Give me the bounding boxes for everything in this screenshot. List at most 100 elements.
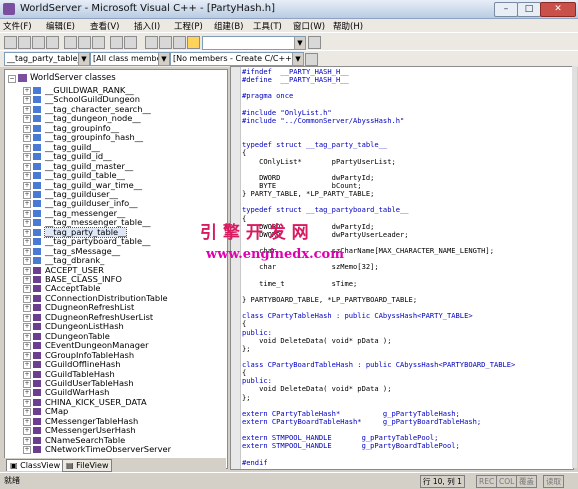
expand-icon[interactable]: + bbox=[23, 257, 31, 266]
expand-icon[interactable]: + bbox=[23, 323, 31, 332]
tab-classview[interactable]: ▣ ClassView bbox=[6, 459, 65, 471]
expand-icon[interactable]: + bbox=[23, 172, 31, 181]
close-button[interactable]: ✕ bbox=[540, 2, 576, 17]
expand-icon[interactable]: + bbox=[23, 427, 31, 436]
expand-icon[interactable]: + bbox=[23, 124, 31, 133]
struct-icon bbox=[33, 153, 41, 161]
expand-icon[interactable]: + bbox=[23, 398, 31, 407]
expand-icon[interactable]: + bbox=[23, 361, 31, 370]
paste-icon[interactable] bbox=[92, 36, 105, 49]
expand-icon[interactable]: + bbox=[23, 219, 31, 228]
expand-icon[interactable]: + bbox=[23, 96, 31, 105]
expand-icon[interactable]: + bbox=[23, 87, 31, 95]
struct-icon bbox=[33, 105, 41, 113]
class-combo[interactable]: __tag_party_table__ ▼ bbox=[4, 52, 90, 66]
struct-icon bbox=[33, 87, 41, 94]
expand-icon[interactable]: + bbox=[23, 294, 31, 303]
code-editor[interactable]: #ifndef __PARTY_HASH_H__ #define __PARTY_… bbox=[230, 66, 574, 470]
output-icon[interactable] bbox=[159, 36, 172, 49]
expand-icon[interactable]: + bbox=[23, 446, 31, 455]
tree-root[interactable]: − WorldServer classes bbox=[8, 73, 116, 83]
menu-tools[interactable]: 工具(T) bbox=[253, 20, 282, 32]
tree-item-label: CDungeonListHash bbox=[45, 321, 124, 332]
cut-icon[interactable] bbox=[64, 36, 77, 49]
open-file-icon[interactable] bbox=[18, 36, 31, 49]
expand-icon[interactable]: + bbox=[23, 162, 31, 171]
status-col: COL bbox=[496, 475, 518, 488]
expand-icon[interactable]: + bbox=[23, 228, 31, 237]
find-icon[interactable] bbox=[308, 36, 321, 49]
expand-icon[interactable]: + bbox=[23, 304, 31, 313]
expand-icon[interactable]: + bbox=[23, 408, 31, 417]
copy-icon[interactable] bbox=[78, 36, 91, 49]
expand-icon[interactable]: + bbox=[23, 379, 31, 388]
tab-classview-label: ClassView bbox=[20, 461, 61, 470]
save-icon[interactable] bbox=[32, 36, 45, 49]
undo-icon[interactable] bbox=[110, 36, 123, 49]
members-combo[interactable]: [All class members] ▼ bbox=[90, 52, 170, 66]
expand-icon[interactable]: + bbox=[23, 115, 31, 124]
class-view-panel: − WorldServer classes + __GUILDWAR_RANK__ +… bbox=[4, 69, 228, 469]
expand-icon[interactable]: + bbox=[23, 266, 31, 275]
redo-icon[interactable] bbox=[124, 36, 137, 49]
expand-icon[interactable]: + bbox=[23, 417, 31, 426]
chevron-down-icon[interactable]: ▼ bbox=[158, 53, 169, 65]
expand-icon[interactable]: + bbox=[23, 247, 31, 256]
expand-icon[interactable]: + bbox=[23, 153, 31, 162]
expand-icon[interactable]: + bbox=[23, 190, 31, 199]
function-combo[interactable]: [No members - Create C/C++ Memb▼ bbox=[170, 52, 304, 66]
collapse-icon[interactable]: − bbox=[8, 75, 16, 83]
expand-icon[interactable]: + bbox=[23, 389, 31, 398]
expand-icon[interactable]: + bbox=[23, 342, 31, 351]
class-icon bbox=[33, 285, 41, 293]
expand-icon[interactable]: + bbox=[23, 200, 31, 209]
code-line: char szMemo[32]; bbox=[242, 262, 379, 272]
code-line: time_t sTime; bbox=[242, 278, 358, 288]
expand-icon[interactable]: + bbox=[23, 332, 31, 341]
menu-window[interactable]: 窗口(W) bbox=[293, 20, 325, 32]
chevron-down-icon[interactable]: ▼ bbox=[294, 37, 305, 49]
tree-item-label: CEventDungeonManager bbox=[45, 340, 149, 351]
code-line: #define __PARTY_HASH_H__ bbox=[242, 75, 349, 85]
expand-icon[interactable]: + bbox=[23, 238, 31, 247]
expand-icon[interactable]: + bbox=[23, 134, 31, 143]
expand-icon[interactable]: + bbox=[23, 209, 31, 218]
expand-icon[interactable]: + bbox=[23, 313, 31, 322]
code-text[interactable]: #ifndef __PARTY_HASH_H__ #define __PARTY_… bbox=[242, 67, 516, 467]
expand-icon[interactable]: + bbox=[23, 181, 31, 190]
menu-build[interactable]: 组建(B) bbox=[214, 20, 243, 32]
save-all-icon[interactable] bbox=[46, 36, 59, 49]
expand-icon[interactable]: + bbox=[23, 105, 31, 114]
expand-icon[interactable]: + bbox=[23, 285, 31, 294]
chevron-down-icon[interactable]: ▼ bbox=[78, 53, 89, 65]
wizard-action-icon[interactable] bbox=[305, 53, 318, 66]
expand-icon[interactable]: + bbox=[23, 436, 31, 445]
struct-icon bbox=[33, 143, 41, 151]
find-combo[interactable]: ▼ bbox=[202, 36, 306, 50]
new-file-icon[interactable] bbox=[4, 36, 17, 49]
expand-icon[interactable]: + bbox=[23, 143, 31, 152]
menu-view[interactable]: 查看(V) bbox=[90, 20, 119, 32]
menu-project[interactable]: 工程(P) bbox=[174, 20, 203, 32]
menu-help[interactable]: 帮助(H) bbox=[333, 20, 363, 32]
class-icon bbox=[33, 398, 41, 406]
expand-icon[interactable]: + bbox=[23, 351, 31, 360]
chevron-down-icon[interactable]: ▼ bbox=[292, 53, 303, 65]
editor-scrollbar[interactable] bbox=[572, 66, 577, 468]
menu-file[interactable]: 文件(F) bbox=[3, 20, 32, 32]
code-line: class CPartyBoardTableHash : public CAby… bbox=[242, 360, 516, 370]
classview-icon: ▣ bbox=[10, 461, 18, 470]
workspace-icon[interactable] bbox=[145, 36, 158, 49]
minimize-button[interactable]: – bbox=[494, 2, 518, 17]
class-icon bbox=[33, 436, 41, 444]
menu-edit[interactable]: 编辑(E) bbox=[46, 20, 75, 32]
menu-insert[interactable]: 插入(I) bbox=[134, 20, 160, 32]
tab-fileview[interactable]: ▤ FileView bbox=[62, 459, 113, 472]
code-line: #endif bbox=[242, 457, 268, 467]
windows-icon[interactable] bbox=[173, 36, 186, 49]
class-icon bbox=[33, 408, 41, 416]
find-in-files-icon[interactable] bbox=[187, 36, 200, 49]
maximize-button[interactable]: □ bbox=[517, 2, 541, 17]
expand-icon[interactable]: + bbox=[23, 370, 31, 379]
expand-icon[interactable]: + bbox=[23, 276, 31, 284]
